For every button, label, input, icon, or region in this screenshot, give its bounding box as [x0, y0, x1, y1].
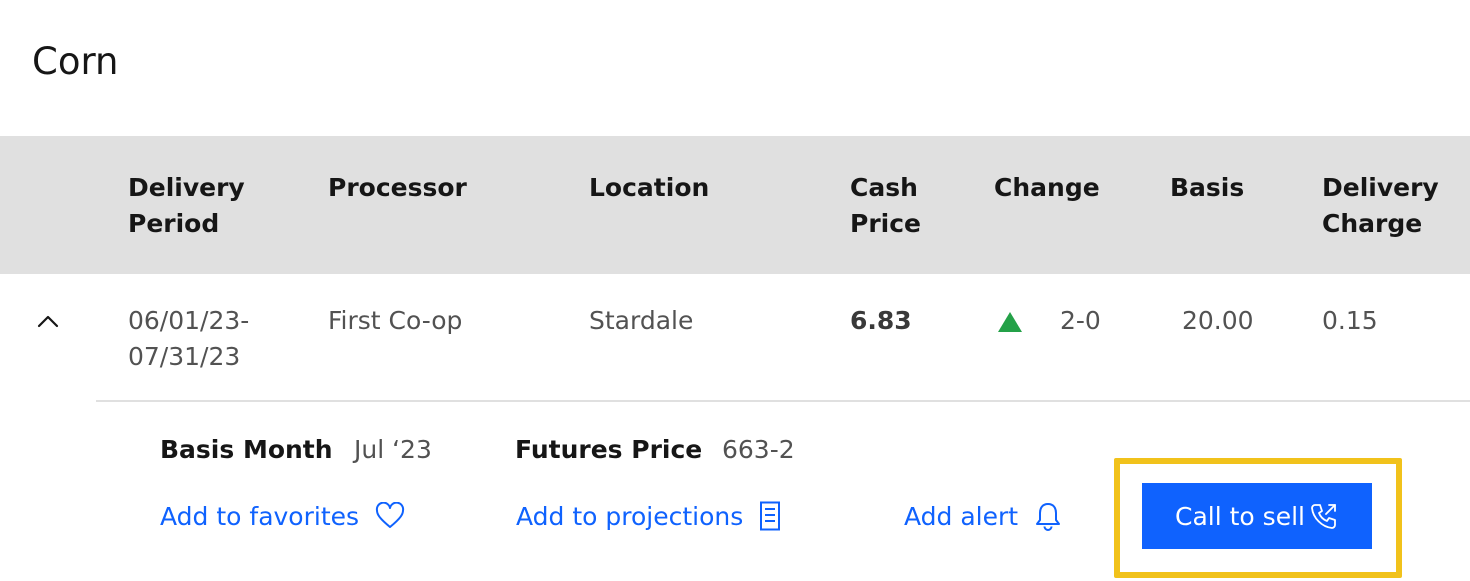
page-title: Corn: [32, 40, 119, 83]
header-label: Period: [128, 209, 220, 238]
column-header-cash-price[interactable]: Cash Price: [850, 170, 921, 242]
cell-delivery-charge: 0.15: [1322, 306, 1378, 335]
column-header-change[interactable]: Change: [994, 170, 1100, 206]
phone-outgoing-icon: [1311, 504, 1336, 529]
cell-processor: First Co-op: [328, 306, 463, 335]
header-label: Delivery: [1322, 173, 1439, 202]
cell-location: Stardale: [589, 306, 694, 335]
bell-icon: [1036, 503, 1061, 531]
call-to-sell-label: Call to sell: [1175, 501, 1305, 531]
add-to-favorites-link[interactable]: Add to favorites: [160, 498, 405, 534]
futures-price-value: 663-2: [722, 435, 795, 464]
add-to-projections-label: Add to projections: [516, 501, 744, 531]
header-label: Location: [589, 173, 710, 202]
column-header-processor[interactable]: Processor: [328, 170, 467, 206]
header-label: Charge: [1322, 209, 1423, 238]
header-label: Price: [850, 209, 921, 238]
triangle-up-icon: [996, 310, 1024, 334]
basis-month-value: Jul ‘23: [354, 435, 432, 464]
add-alert-label: Add alert: [904, 501, 1019, 531]
header-label: Processor: [328, 173, 467, 202]
column-header-delivery-charge[interactable]: Delivery Charge: [1322, 170, 1439, 242]
futures-price-label: Futures Price: [515, 435, 703, 464]
cell-text: 07/31/23: [128, 342, 241, 371]
table-row[interactable]: 06/01/23- 07/31/23 First Co-op Stardale …: [0, 274, 1470, 402]
add-alert-link[interactable]: Add alert: [904, 498, 1062, 534]
heart-icon: [375, 502, 405, 528]
add-to-projections-link[interactable]: Add to projections: [516, 498, 781, 534]
document-icon: [760, 501, 781, 531]
chevron-up-icon[interactable]: [34, 308, 62, 336]
row-divider: [96, 400, 1470, 402]
column-header-location[interactable]: Location: [589, 170, 709, 206]
cell-text: 06/01/23-: [128, 306, 250, 335]
table-header: Delivery Period Processor Location Cash …: [0, 136, 1470, 274]
header-label: Delivery: [128, 173, 245, 202]
basis-month-label: Basis Month: [160, 435, 333, 464]
cell-change: 2-0: [1060, 306, 1101, 335]
column-header-basis[interactable]: Basis: [1170, 170, 1244, 206]
call-to-sell-button[interactable]: Call to sell: [1142, 483, 1372, 549]
header-label: Basis: [1170, 173, 1245, 202]
cell-cash-price: 6.83: [850, 306, 912, 335]
header-label: Cash: [850, 173, 918, 202]
header-label: Change: [994, 173, 1100, 202]
add-to-favorites-label: Add to favorites: [160, 501, 360, 531]
column-header-delivery-period[interactable]: Delivery Period: [128, 170, 245, 242]
cell-delivery-period: 06/01/23- 07/31/23: [128, 303, 249, 375]
cell-basis: 20.00: [1182, 306, 1254, 335]
